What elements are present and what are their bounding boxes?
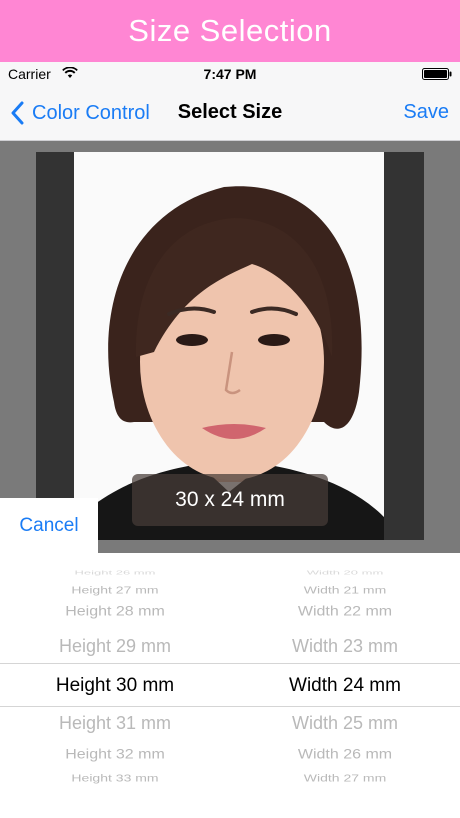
height-option-selected[interactable]: Height 30 mm [0, 675, 230, 697]
width-option[interactable]: Width 25 mm [230, 713, 460, 734]
save-button[interactable]: Save [403, 101, 449, 124]
size-label-overlay: 30 x 24 mm [132, 474, 328, 526]
width-option[interactable]: Width 21 mm [230, 584, 460, 595]
photo-crop-area[interactable]: 30 x 24 mm [0, 141, 460, 553]
width-option-selected[interactable]: Width 24 mm [230, 675, 460, 697]
height-picker-column[interactable]: Height 26 mm Height 27 mm Height 28 mm H… [0, 553, 230, 818]
height-option[interactable]: Height 32 mm [0, 747, 230, 763]
height-option[interactable]: Height 31 mm [0, 713, 230, 734]
height-option[interactable]: Height 33 mm [0, 772, 230, 783]
cancel-button[interactable]: Cancel [0, 498, 98, 554]
width-option[interactable]: Width 26 mm [230, 747, 460, 763]
width-option[interactable]: Width 23 mm [230, 636, 460, 657]
height-option[interactable]: Height 29 mm [0, 636, 230, 657]
width-picker-column[interactable]: Width 20 mm Width 21 mm Width 22 mm Widt… [230, 553, 460, 818]
status-bar: Carrier 7:47 PM [0, 62, 460, 86]
height-option[interactable]: Height 26 mm [0, 569, 230, 576]
width-option[interactable]: Width 27 mm [230, 772, 460, 783]
width-option[interactable]: Width 20 mm [230, 569, 460, 576]
app-banner: Size Selection [0, 0, 460, 62]
banner-title: Size Selection [128, 13, 332, 48]
battery-icon [422, 68, 452, 80]
size-picker[interactable]: Height 26 mm Height 27 mm Height 28 mm H… [0, 553, 460, 818]
navigation-bar: Color Control Select Size Save [0, 86, 460, 141]
back-button[interactable]: Color Control [10, 98, 150, 128]
back-button-label: Color Control [32, 101, 150, 124]
size-label: 30 x 24 mm [175, 488, 285, 511]
height-option[interactable]: Height 27 mm [0, 584, 230, 595]
status-time: 7:47 PM [203, 66, 257, 82]
width-option[interactable]: Width 22 mm [230, 604, 460, 620]
height-option[interactable]: Height 28 mm [0, 604, 230, 620]
chevron-left-icon [11, 101, 24, 125]
